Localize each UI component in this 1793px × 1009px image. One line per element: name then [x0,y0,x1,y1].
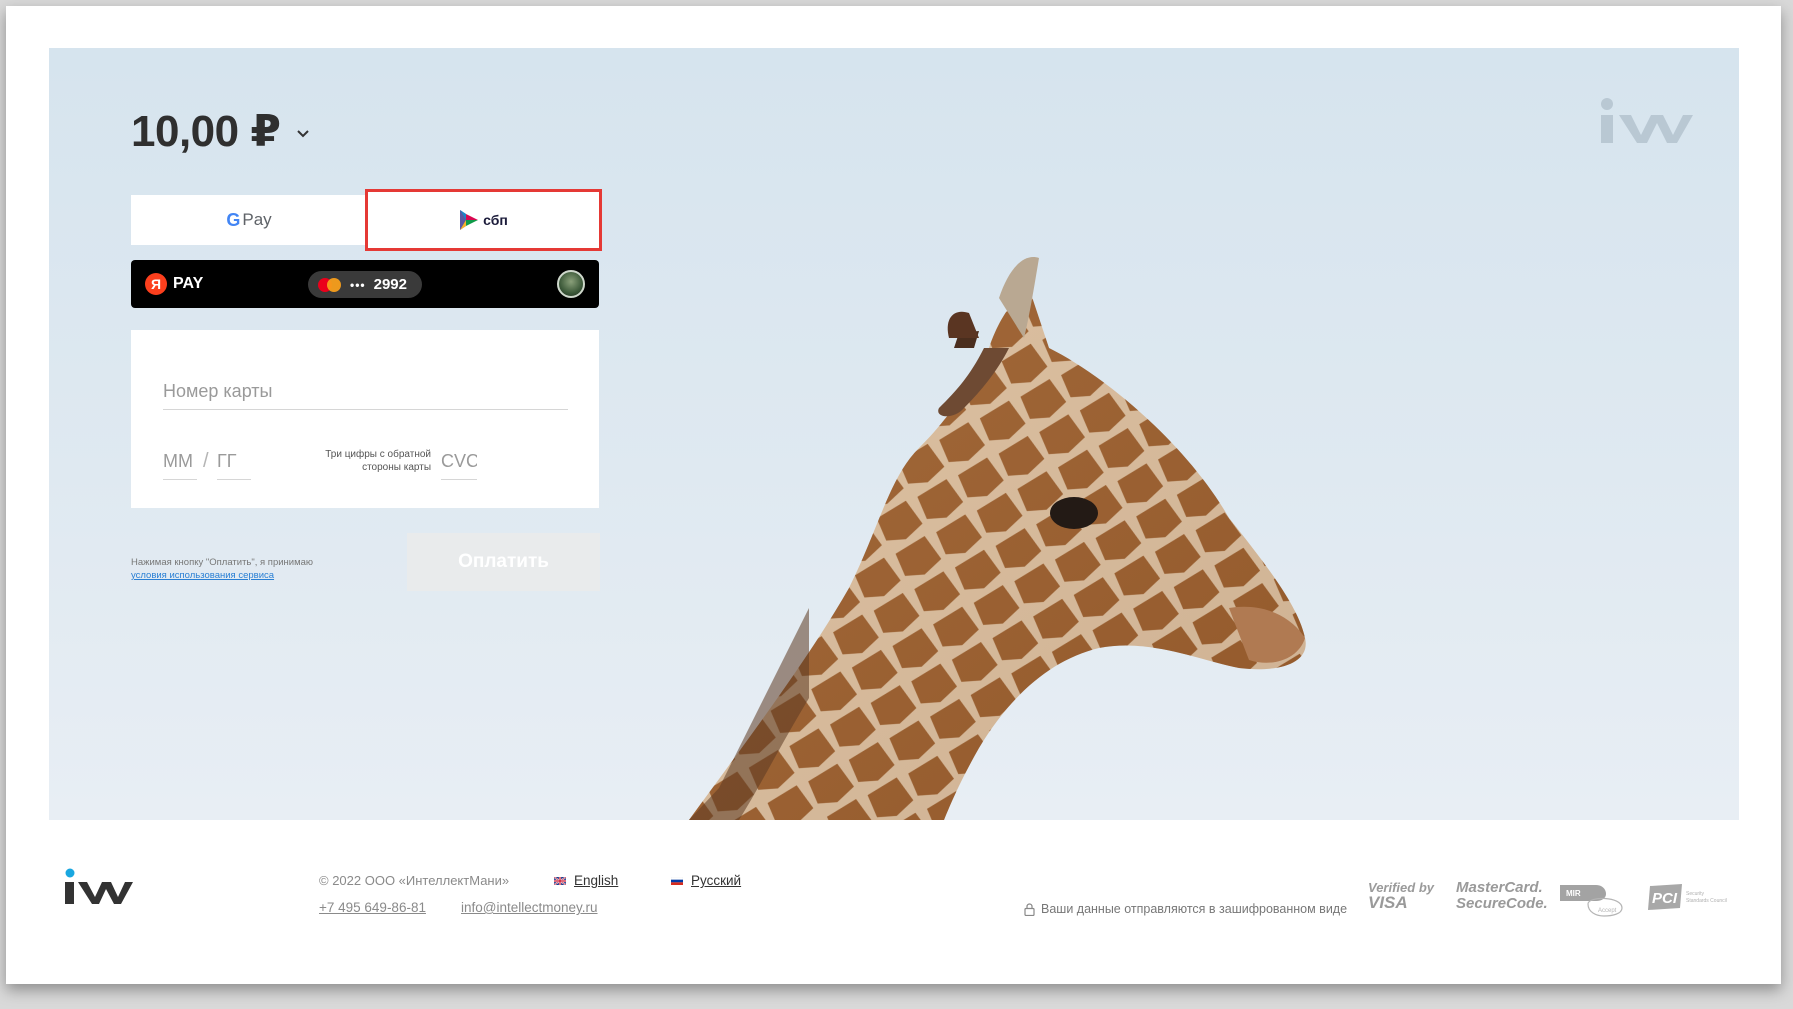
mastercard-icon [318,277,342,292]
expiry-year-input[interactable] [217,444,251,480]
google-pay-label: Pay [242,210,272,229]
language-russian-label: Русский [691,873,742,888]
svg-text:Accept: Accept [1598,908,1617,914]
visa-badge-big: VISA [1368,893,1408,912]
chevron-down-icon[interactable] [294,125,312,143]
yandex-pay-logo: Я PAY [145,273,203,295]
google-pay-button[interactable]: G Pay [131,195,367,245]
expiry-separator: / [203,450,209,472]
hero-background: 10,00 ₽ G Pay сбп Я PAY ••• 2992 Номер к… [49,48,1739,820]
footer-copyright: © 2022 ООО «ИнтеллектМани» [319,873,510,888]
express-pay-row: G Pay сбп [131,189,602,251]
browser-frame: 10,00 ₽ G Pay сбп Я PAY ••• 2992 Номер к… [6,6,1781,984]
terms-link[interactable]: условия использования сервиса [131,570,274,581]
yandex-icon: Я [145,273,167,295]
support-email-link[interactable]: info@intellectmoney.ru [461,900,598,915]
pci-security-badge-icon: PCI Security Standards Council [1648,884,1727,910]
mc-badge-line2: SecureCode. [1456,895,1548,912]
svg-text:PCI: PCI [1652,890,1678,907]
pay-button[interactable]: Оплатить [407,533,600,591]
card-last-digits: 2992 [373,276,407,293]
yandex-pay-button[interactable]: Я PAY ••• 2992 [131,260,599,308]
language-english-label: English [574,873,619,888]
expiry-month-input[interactable] [163,444,197,480]
sbp-logo-icon [460,210,479,230]
card-form: / Три цифры с обратной стороны карты [131,330,599,508]
sbp-label: сбп [483,212,508,228]
payment-amount: 10,00 ₽ [131,107,281,156]
amount-row[interactable]: 10,00 ₽ [131,106,312,157]
saved-card-pill: ••• 2992 [308,271,422,298]
russia-flag-icon [671,876,683,885]
language-english[interactable]: English [554,873,618,888]
uk-flag-icon [554,876,566,885]
support-phone-link[interactable]: +7 495 649-86-81 [319,900,426,915]
card-number-input[interactable] [163,374,568,410]
google-g-icon: G [226,209,241,230]
cvc-input[interactable] [441,444,477,480]
mc-badge-line1: MasterCard. [1456,879,1543,896]
mastercard-securecode-badge: MasterCard. SecureCode. [1456,880,1548,912]
sbp-button[interactable]: сбп [365,189,602,251]
mir-accept-badge-icon: MIR Accept [1560,885,1623,917]
secure-data-text: Ваши данные отправляются в зашифрованном… [1041,902,1348,916]
terms-note: Нажимая кнопку "Оплатить", я принимаю ус… [131,556,361,582]
cvc-hint: Три цифры с обратной стороны карты [325,449,431,473]
footer-logo-icon [65,868,133,904]
card-mask-dots: ••• [350,277,366,292]
language-russian[interactable]: Русский [671,873,741,888]
yandex-pay-label: PAY [173,275,204,292]
intellectmoney-logo-icon [1601,98,1693,143]
secure-data-note: Ваши данные отправляются в зашифрованном… [1024,902,1347,916]
lock-icon [1024,902,1035,916]
svg-text:MIR: MIR [1566,889,1581,898]
svg-text:Security: Security [1686,891,1705,897]
user-avatar [557,270,585,298]
svg-text:Standards Council: Standards Council [1686,898,1727,904]
verified-by-visa-badge: Verified by VISA [1368,880,1434,912]
terms-text: Нажимая кнопку "Оплатить", я принимаю [131,557,314,568]
